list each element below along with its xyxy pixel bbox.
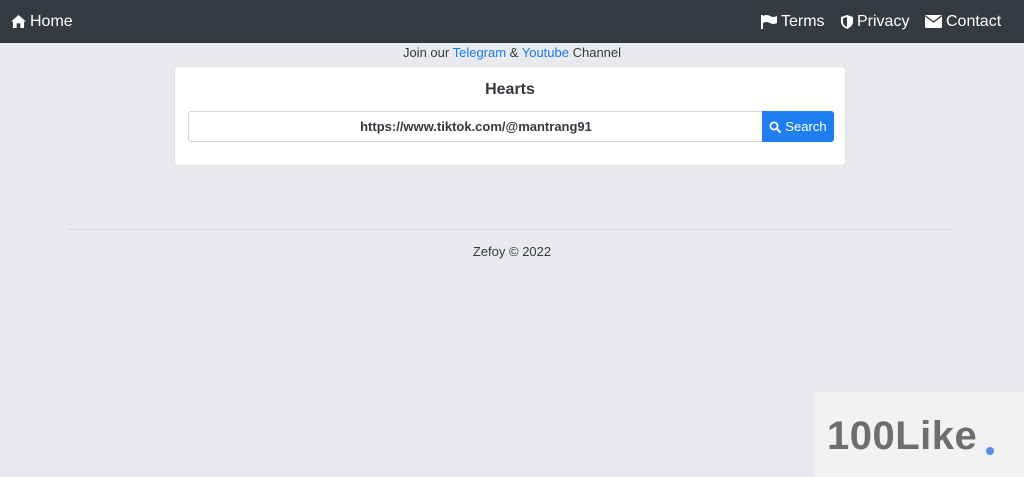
announcement-prefix: Join our (402, 45, 453, 60)
watermark-text: 100Like (827, 414, 978, 458)
watermark-logo: 100Like (814, 392, 1024, 477)
search-icon (769, 121, 782, 133)
nav-home-link[interactable]: Home (11, 0, 73, 43)
envelope-icon (925, 15, 942, 28)
telegram-link[interactable]: Telegram (453, 45, 506, 60)
nav-privacy-label: Privacy (857, 12, 910, 30)
home-icon (11, 15, 26, 28)
nav-privacy-link[interactable]: Privacy (841, 0, 909, 43)
nav-home-label: Home (30, 12, 73, 30)
top-navbar: Home Terms Privacy Contact (0, 0, 1024, 43)
announcement-suffix: Channel (568, 45, 622, 60)
nav-terms-link[interactable]: Terms (761, 0, 825, 43)
footer-copyright: Zefoy © 2022 (472, 244, 552, 259)
announcement-ampersand: & (506, 45, 522, 60)
search-button[interactable]: Search (762, 111, 834, 142)
nav-contact-label: Contact (946, 12, 1002, 30)
nav-contact-link[interactable]: Contact (925, 0, 1001, 43)
channel-announcement: Join our Telegram & Youtube Channel (0, 45, 1024, 61)
shield-icon (841, 14, 853, 29)
watermark-dot (986, 447, 994, 455)
search-button-label: Search (785, 119, 827, 134)
youtube-link[interactable]: Youtube (522, 45, 569, 60)
search-card: Hearts Search (174, 66, 846, 166)
url-input[interactable] (188, 111, 763, 142)
card-title: Hearts (485, 81, 535, 98)
nav-terms-label: Terms (781, 12, 825, 30)
footer-divider (68, 229, 952, 230)
flag-icon (761, 14, 777, 29)
